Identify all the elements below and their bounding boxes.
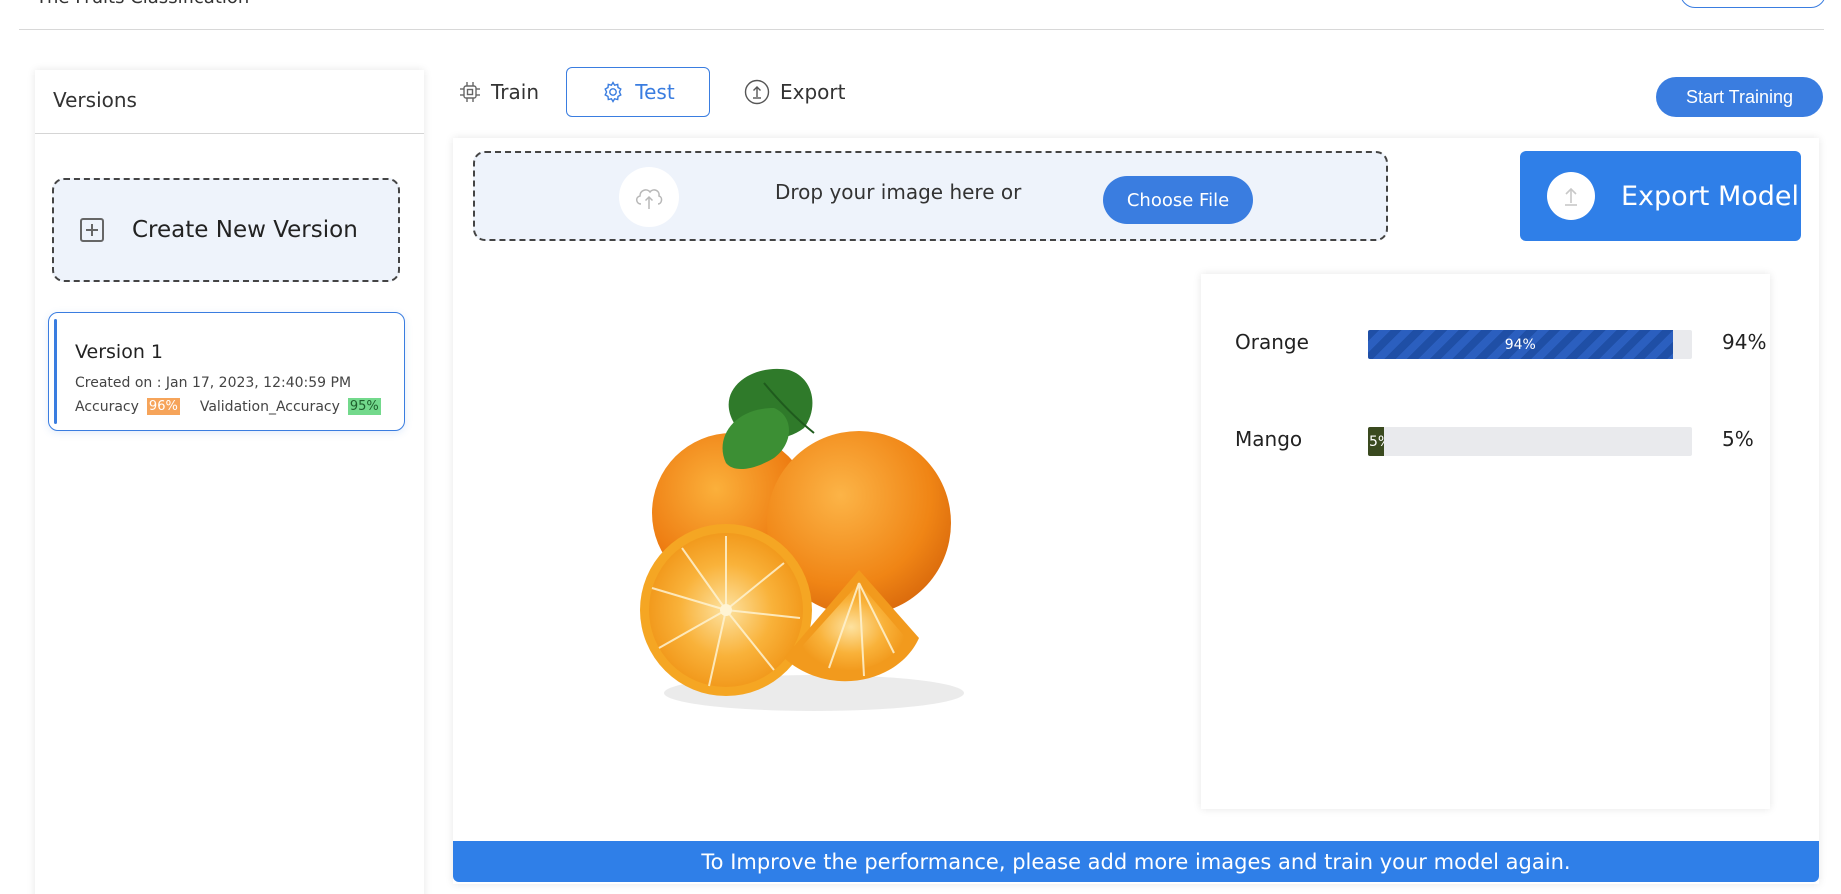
version-card-accent — [54, 319, 57, 424]
validation-accuracy-badge: 95% — [347, 398, 381, 415]
prediction-results: Orange 94% 94% Mango 5% 5% — [1201, 274, 1770, 809]
chip-icon — [459, 81, 481, 103]
cloud-upload-icon — [619, 167, 679, 227]
version-created-date: Created on : Jan 17, 2023, 12:40:59 PM — [75, 375, 352, 391]
result-row-orange: Orange 94% 94% — [1201, 327, 1770, 359]
version-metrics: Accuracy 96% Validation_Accuracy 95% — [75, 398, 381, 415]
versions-sidebar: Versions Create New Version Version 1 Cr… — [35, 70, 424, 894]
gear-icon — [601, 80, 625, 104]
confidence-bar-fill: 5% — [1368, 427, 1385, 456]
drop-image-text: Drop your image here or — [775, 180, 1022, 204]
create-new-version-label: Create New Version — [132, 217, 358, 243]
create-new-version-button[interactable]: Create New Version — [52, 178, 400, 282]
upload-circle-icon — [744, 79, 770, 105]
version-name: Version 1 — [75, 341, 163, 363]
test-image-oranges — [640, 368, 964, 711]
version-card[interactable]: Version 1 Created on : Jan 17, 2023, 12:… — [48, 312, 405, 431]
start-training-button[interactable]: Start Training — [1656, 77, 1823, 117]
tab-test-label: Test — [635, 80, 675, 104]
accuracy-label: Accuracy — [75, 398, 139, 415]
result-label: Mango — [1235, 427, 1303, 451]
choose-file-button[interactable]: Choose File — [1103, 176, 1253, 224]
plus-square-icon — [80, 218, 104, 242]
tab-train[interactable]: Train — [459, 67, 539, 117]
result-percent: 94% — [1722, 330, 1767, 354]
validation-accuracy-label: Validation_Accuracy — [199, 398, 340, 415]
export-model-button[interactable]: Export Model — [1520, 151, 1801, 241]
result-percent: 5% — [1722, 427, 1754, 451]
tab-export[interactable]: Export — [744, 67, 845, 117]
sidebar-title: Versions — [53, 88, 137, 112]
accuracy-badge: 96% — [146, 398, 180, 415]
tab-export-label: Export — [780, 80, 846, 104]
confidence-bar-fill: 94% — [1368, 330, 1673, 359]
project-title: The Fruits Classification — [36, 0, 249, 8]
tab-train-label: Train — [491, 80, 539, 104]
upload-arrow-icon — [1547, 172, 1595, 220]
improvement-banner: To Improve the performance, please add m… — [453, 841, 1819, 882]
export-model-label: Export Model — [1621, 180, 1800, 212]
tab-test[interactable]: Test — [566, 67, 710, 117]
result-row-mango: Mango 5% 5% — [1201, 424, 1770, 456]
sidebar-divider — [35, 133, 424, 134]
top-bar: The Fruits Classification — [0, 0, 1841, 31]
image-dropzone[interactable]: Drop your image here or Choose File — [473, 151, 1388, 241]
result-label: Orange — [1235, 330, 1309, 354]
topbar-action-button[interactable] — [1680, 0, 1826, 8]
confidence-bar-track: 5% — [1368, 427, 1692, 456]
header-divider — [19, 29, 1824, 30]
confidence-bar-track: 94% — [1368, 330, 1692, 359]
